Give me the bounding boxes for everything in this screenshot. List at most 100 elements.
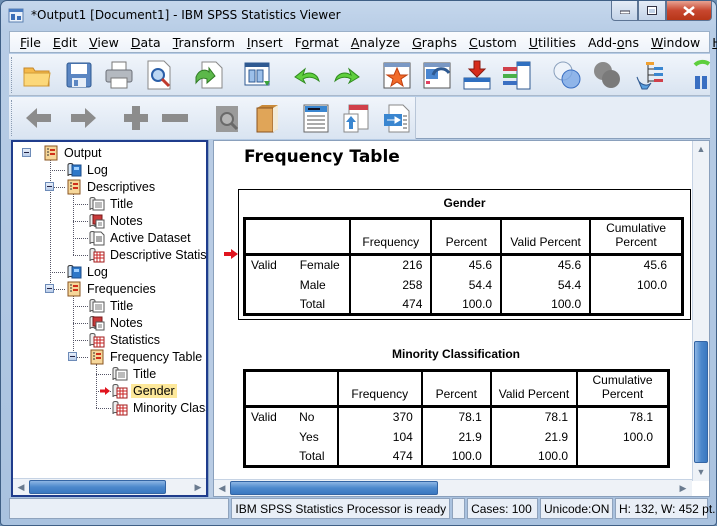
expand-plus-icon[interactable] [120,102,152,134]
toolbar-grip[interactable] [11,100,14,136]
menu-edit[interactable]: Edit [47,35,83,50]
scroll-left-arrow-icon[interactable]: ◀ [13,479,29,495]
insert-text-icon[interactable] [381,102,413,134]
insert-heading-icon[interactable] [300,102,332,134]
content-vscroll-thumb[interactable] [694,341,708,463]
variables-icon[interactable] [501,59,533,91]
print-icon[interactable] [103,59,135,91]
insert-title-icon[interactable] [340,102,372,134]
table-cell: 100.0 [421,446,492,467]
tree-connector [73,255,88,256]
outline-scroll-thumb[interactable] [29,480,166,494]
scroll-up-arrow-icon[interactable]: ▲ [693,141,709,157]
outline-item-notes[interactable]: Notes [89,314,145,331]
outline-item-minority-classification[interactable]: Minority Classification [112,399,206,416]
outline-item-frequency-table[interactable]: Frequency Table [89,348,204,365]
scroll-right-arrow-icon[interactable]: ▶ [190,479,206,495]
table-cell: 474 [350,294,433,315]
menu-transform[interactable]: Transform [167,35,241,50]
close-button[interactable] [666,1,712,21]
heading-book-icon [90,349,104,364]
menu-view[interactable]: View [83,35,125,50]
toolbar-grip[interactable] [11,57,14,93]
table-cell: 474 [337,446,423,467]
outline-item-title[interactable]: Title [89,195,135,212]
table-cell [577,447,668,467]
outline-item-descriptives[interactable]: Descriptives [66,178,157,195]
column-header: Frequency [337,370,423,408]
outline-item-log[interactable]: Log [66,161,110,178]
split-file-icon[interactable] [691,59,711,91]
scroll-right-arrow-icon[interactable]: ▶ [675,480,691,496]
show-icon[interactable] [211,102,243,134]
heading-book-icon [44,145,58,160]
hide-book-icon[interactable] [251,102,283,134]
table-cell: 100.0 [431,294,503,315]
row-group-label [245,275,295,295]
table-row: Yes 104 21.9 21.9 100.0 [245,426,669,447]
open-folder-icon[interactable] [21,59,53,91]
table-cell [590,295,682,315]
collapse-toggle-icon[interactable] [22,148,31,157]
menu-analyze[interactable]: Analyze [345,35,406,50]
outline-item-gender[interactable]: Gender [112,382,177,399]
menu-utilities[interactable]: Utilities [523,35,582,50]
scroll-left-arrow-icon[interactable]: ◀ [214,480,230,496]
outline-item-statistics[interactable]: Statistics [89,331,162,348]
maximize-button[interactable] [638,1,666,21]
use-sets-icon[interactable] [551,59,583,91]
outline-item-title[interactable]: Title [89,297,135,314]
goto-variable-icon[interactable] [421,59,453,91]
outline-horizontal-scrollbar[interactable]: ◀ ▶ [13,478,206,495]
outline-item-log[interactable]: Log [66,263,110,280]
outline-item-descriptive-statistics[interactable]: Descriptive Statistics [89,246,206,263]
menu-add-ons[interactable]: Add-ons [582,35,645,50]
outline-item-label: Active Dataset [110,230,191,245]
outline-item-label: Descriptives [87,179,156,194]
content-hscroll-thumb[interactable] [230,481,438,495]
table-icon [112,400,128,415]
menu-insert[interactable]: Insert [241,35,289,50]
collapse-minus-icon[interactable] [159,102,191,134]
close-icon [683,5,695,16]
outline-item-label: Notes [110,213,143,228]
demote-arrow-right-icon[interactable] [67,102,99,134]
content-vertical-scrollbar[interactable]: ▲ ▼ [692,141,709,481]
minimize-button[interactable] [611,1,638,21]
outline-item-output[interactable]: Output [43,144,104,161]
row-group-label: Valid [251,410,277,425]
row-label: Yes [294,426,339,447]
menu-custom[interactable]: Custom [463,35,523,50]
menu-help[interactable]: Help [706,35,717,50]
table-icon [112,383,128,398]
menu-format[interactable]: Format [289,35,345,50]
menu-data[interactable]: Data [125,35,167,50]
print-preview-icon[interactable] [143,59,175,91]
scroll-down-arrow-icon[interactable]: ▼ [693,464,709,480]
undo-icon[interactable] [291,59,323,91]
export-icon[interactable] [193,59,225,91]
outline-item-notes[interactable]: Notes [89,212,145,229]
redo-icon[interactable] [331,59,363,91]
minimize-icon [619,10,630,14]
menu-file[interactable]: File [14,35,47,50]
outline-item-title[interactable]: Title [112,365,158,382]
menu-graphs[interactable]: Graphs [406,35,463,50]
show-all-variables-icon[interactable] [591,59,623,91]
collapse-toggle-icon[interactable] [68,352,77,361]
row-label: Total [294,294,352,315]
heading-book-icon [67,281,81,296]
save-icon[interactable] [63,59,95,91]
collapse-toggle-icon[interactable] [45,182,54,191]
recall-dialog-icon[interactable] [242,59,274,91]
menu-window[interactable]: Window [645,35,706,50]
outline-item-frequencies[interactable]: Frequencies [66,280,158,297]
goto-case-icon[interactable] [381,59,413,91]
collapse-toggle-icon[interactable] [45,284,54,293]
content-horizontal-scrollbar[interactable]: ◀ ▶ [214,479,692,496]
custom-tables-icon[interactable] [634,59,666,91]
outline-item-active-dataset[interactable]: Active Dataset [89,229,193,246]
promote-arrow-left-icon[interactable] [23,102,55,134]
outline-toolbar [9,97,710,139]
insert-cases-icon[interactable] [461,59,493,91]
